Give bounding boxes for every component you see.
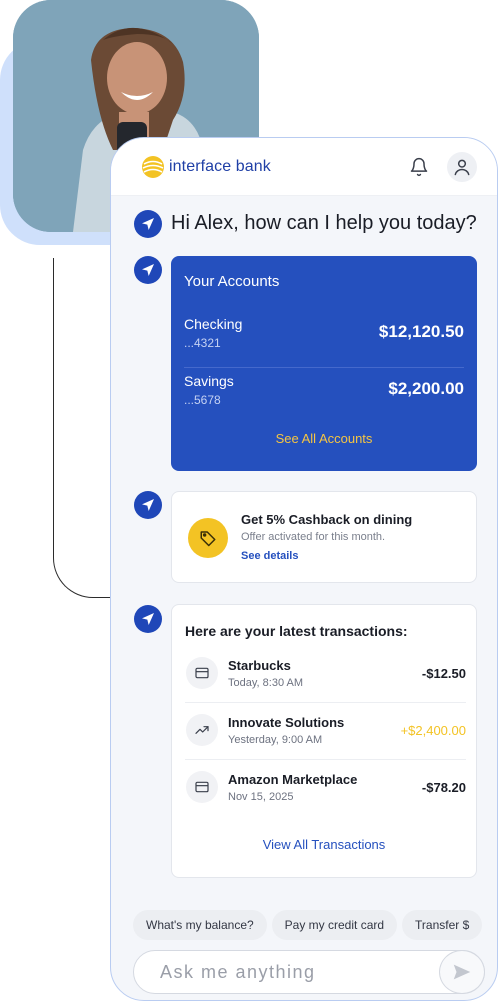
brand-name: interface bank <box>169 158 271 175</box>
bell-icon[interactable] <box>405 153 433 181</box>
cashback-offer-card: Get 5% Cashback on dining Offer activate… <box>171 491 477 583</box>
account-number: ...5678 <box>184 393 221 407</box>
trending-up-icon <box>186 714 218 746</box>
assistant-avatar <box>134 256 162 284</box>
account-name: Checking <box>184 316 243 332</box>
send-arrow-icon <box>142 218 154 230</box>
tag-icon <box>188 518 228 558</box>
view-all-transactions-link[interactable]: View All Transactions <box>172 837 476 852</box>
assistant-avatar <box>134 491 162 519</box>
transaction-row[interactable]: Innovate Solutions Yesterday, 9:00 AM +$… <box>185 703 466 760</box>
transactions-title: Here are your latest transactions: <box>185 623 408 639</box>
send-icon <box>453 964 471 980</box>
cashback-title: Get 5% Cashback on dining <box>241 512 413 527</box>
chip-pay-credit-card[interactable]: Pay my credit card <box>271 910 398 940</box>
transaction-merchant: Innovate Solutions <box>228 715 345 730</box>
transaction-merchant: Amazon Marketplace <box>228 772 358 787</box>
brand-logo-icon <box>142 156 164 178</box>
cashback-subtitle: Offer activated for this month. <box>241 531 386 543</box>
transaction-merchant: Starbucks <box>228 658 291 673</box>
assistant-avatar <box>134 605 162 633</box>
transaction-row[interactable]: Amazon Marketplace Nov 15, 2025 -$78.20 <box>185 760 466 817</box>
chip-transfer[interactable]: Transfer $ <box>402 910 483 940</box>
transaction-amount: +$2,400.00 <box>400 723 466 738</box>
ask-input[interactable] <box>133 950 485 994</box>
account-row-savings[interactable]: Savings ...5678 $2,200.00 <box>184 367 464 419</box>
send-arrow-icon <box>142 264 154 276</box>
account-balance: $2,200.00 <box>388 379 464 398</box>
transactions-card: Here are your latest transactions: Starb… <box>171 604 477 878</box>
suggestion-chips: What's my balance? Pay my credit card Tran… <box>133 910 497 942</box>
transaction-row[interactable]: Starbucks Today, 8:30 AM -$12.50 <box>185 646 466 703</box>
see-details-link[interactable]: See details <box>241 550 298 562</box>
accounts-card: Your Accounts Checking ...4321 $12,120.5… <box>171 256 477 471</box>
user-icon[interactable] <box>447 152 477 182</box>
see-all-accounts-link[interactable]: See All Accounts <box>171 431 477 446</box>
transaction-amount: -$78.20 <box>421 780 466 795</box>
transaction-date: Yesterday, 9:00 AM <box>228 734 323 746</box>
credit-card-icon <box>186 771 218 803</box>
account-name: Savings <box>184 373 234 389</box>
send-arrow-icon <box>142 613 154 625</box>
brand: interface bank <box>133 150 279 184</box>
assistant-avatar <box>134 210 162 238</box>
transaction-amount: -$12.50 <box>421 666 466 681</box>
transaction-date: Nov 15, 2025 <box>228 791 294 803</box>
credit-card-icon <box>186 657 218 689</box>
send-arrow-icon <box>142 499 154 511</box>
phone-frame: interface bank Hi Alex, how can I help y… <box>110 137 498 1001</box>
greeting-message: Hi Alex, how can I help you today? <box>171 212 477 234</box>
send-button[interactable] <box>439 950 485 994</box>
account-row-checking[interactable]: Checking ...4321 $12,120.50 <box>184 310 464 368</box>
account-number: ...4321 <box>184 336 221 350</box>
app-header: interface bank <box>111 138 497 196</box>
accounts-title: Your Accounts <box>184 273 280 290</box>
account-balance: $12,120.50 <box>378 322 464 341</box>
transaction-date: Today, 8:30 AM <box>228 677 304 689</box>
chip-balance[interactable]: What's my balance? <box>133 910 267 940</box>
